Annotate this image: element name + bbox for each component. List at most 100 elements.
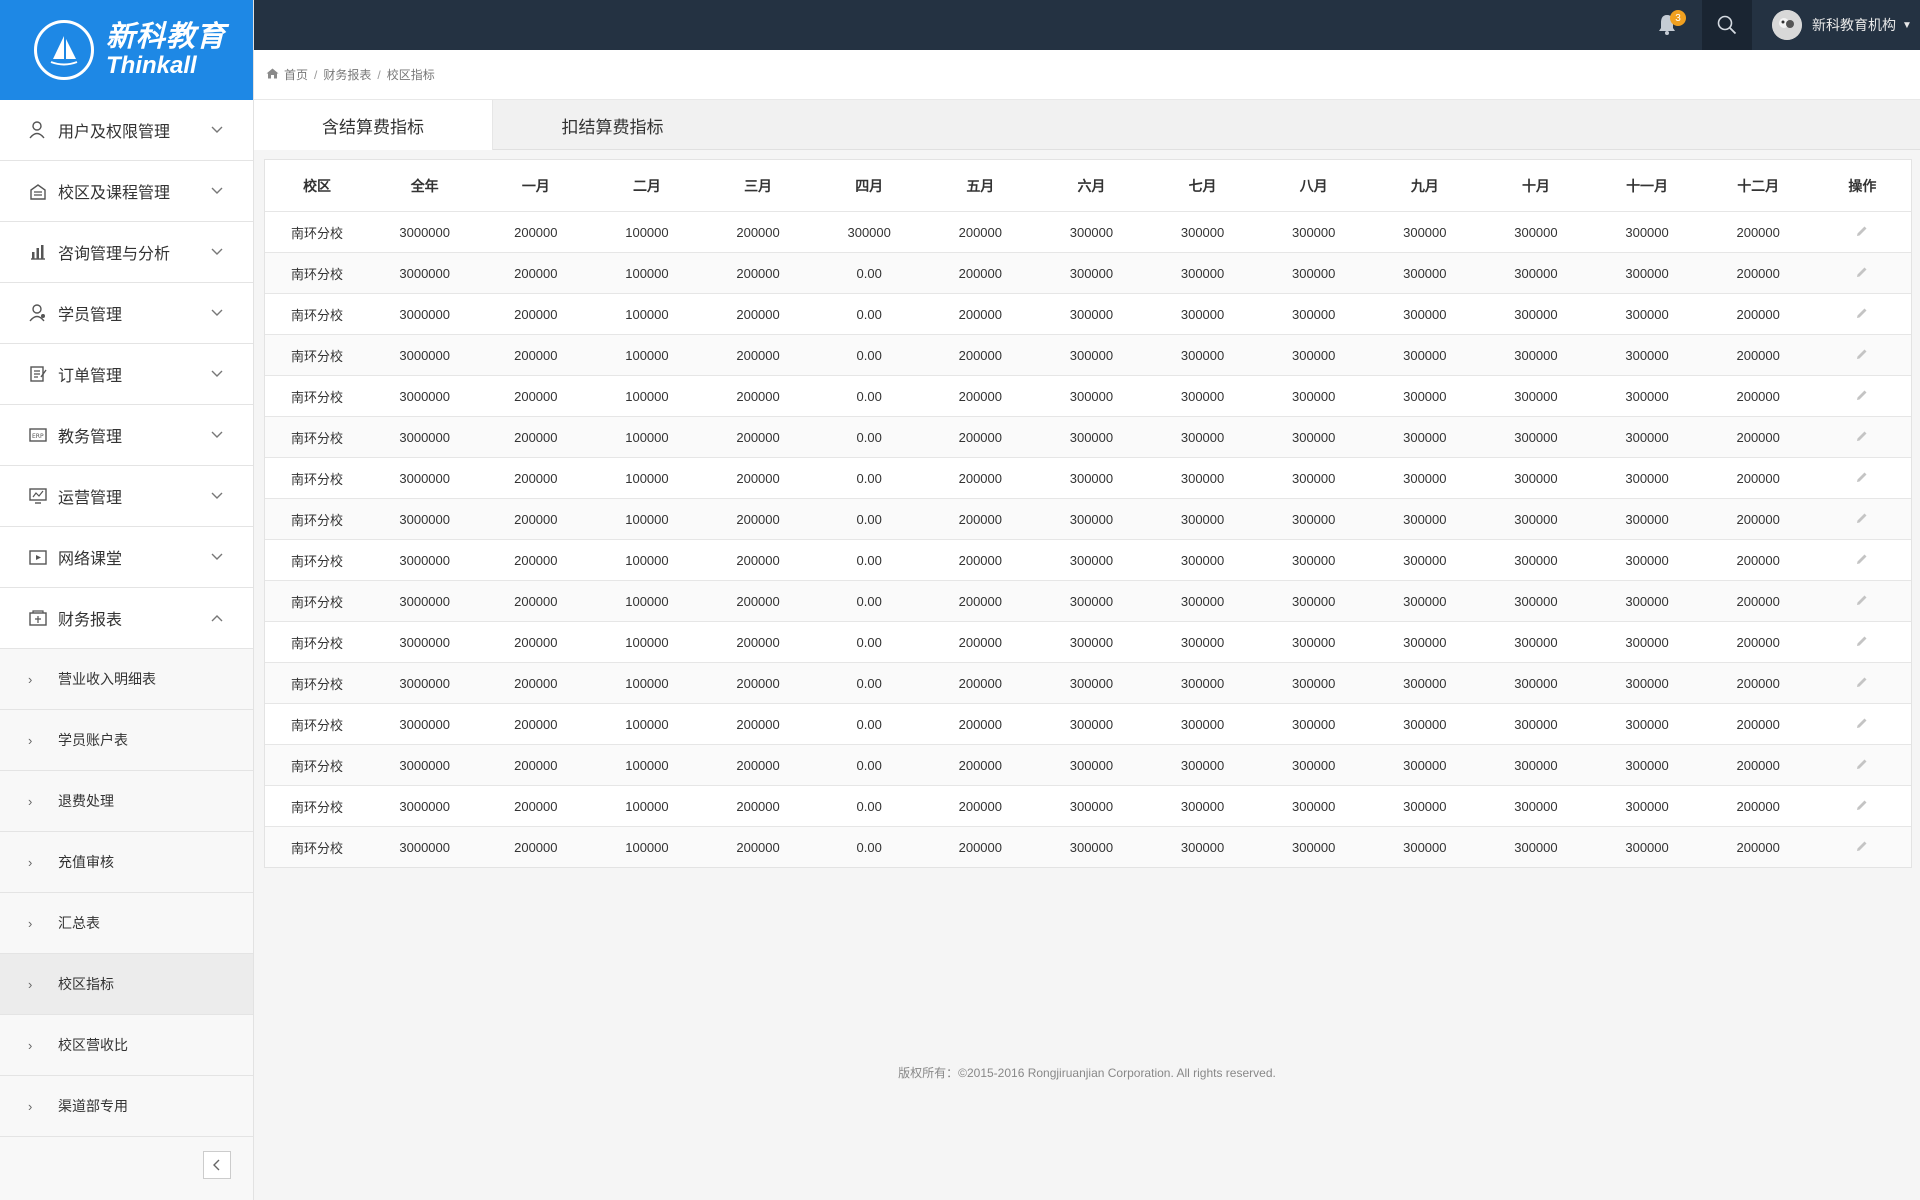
campus-name-cell: 南环分校 <box>265 826 370 867</box>
submenu-item-student-accounts[interactable]: › 学员账户表 <box>0 710 253 771</box>
order-icon <box>28 364 48 384</box>
indicator-value-cell: 100000 <box>591 375 703 417</box>
sidebar-item-consulting[interactable]: 咨询管理与分析 <box>0 222 253 283</box>
sidebar-item-finance[interactable]: 财务报表 <box>0 588 253 649</box>
submenu-item-refunds[interactable]: › 退费处理 <box>0 771 253 832</box>
breadcrumb-finance[interactable]: 财务报表 <box>323 66 371 83</box>
edit-pencil-icon[interactable] <box>1856 389 1868 404</box>
indicator-value-cell: 300000 <box>1258 375 1370 417</box>
edit-pencil-icon[interactable] <box>1856 430 1868 445</box>
indicator-value-cell: 3000000 <box>369 703 481 745</box>
sidebar-item-user-permission[interactable]: 用户及权限管理 <box>0 100 253 161</box>
edit-pencil-icon[interactable] <box>1856 512 1868 527</box>
indicator-value-cell: 200000 <box>480 621 592 663</box>
indicator-value-cell: 200000 <box>924 416 1036 458</box>
avatar <box>1772 10 1802 40</box>
tab-with-settlement-fee[interactable]: 含结算费指标 <box>254 100 493 150</box>
edit-pencil-icon[interactable] <box>1856 799 1868 814</box>
sidebar-item-orders[interactable]: 订单管理 <box>0 344 253 405</box>
indicator-value-cell: 200000 <box>702 375 814 417</box>
indicator-value-cell: 300000 <box>1258 457 1370 499</box>
edit-pencil-icon[interactable] <box>1856 225 1868 240</box>
edit-pencil-icon[interactable] <box>1856 348 1868 363</box>
submenu-item-label: 充值审核 <box>58 854 114 870</box>
tab-without-settlement-fee[interactable]: 扣结算费指标 <box>493 100 732 150</box>
user-menu[interactable]: 新科教育机构 ▼ <box>1772 0 1912 50</box>
action-cell <box>1813 416 1911 458</box>
indicator-value-cell: 3000000 <box>369 457 481 499</box>
indicator-value-cell: 3000000 <box>369 498 481 540</box>
submenu-item-revenue-detail[interactable]: › 营业收入明细表 <box>0 649 253 710</box>
indicator-value-cell: 300000 <box>1035 211 1147 253</box>
indicator-value-cell: 300000 <box>1035 334 1147 376</box>
indicator-value-cell: 300000 <box>1258 334 1370 376</box>
submenu-item-campus-indicators[interactable]: › 校区指标 <box>0 954 253 1015</box>
edit-pencil-icon[interactable] <box>1856 594 1868 609</box>
action-cell <box>1813 375 1911 417</box>
indicator-value-cell: 200000 <box>480 416 592 458</box>
edit-pencil-icon[interactable] <box>1856 266 1868 281</box>
indicator-value-cell: 300000 <box>1147 539 1259 581</box>
submenu-item-label: 退费处理 <box>58 793 114 809</box>
indicator-value-cell: 300000 <box>1035 539 1147 581</box>
indicator-value-cell: 300000 <box>1369 662 1481 704</box>
edit-pencil-icon[interactable] <box>1856 635 1868 650</box>
indicator-value-cell: 300000 <box>1035 293 1147 335</box>
table-header-cell: 十一月 <box>1591 160 1703 212</box>
sidebar-item-label: 网络课堂 <box>58 551 123 568</box>
sidebar-item-online-class[interactable]: 网络课堂 <box>0 527 253 588</box>
edit-pencil-icon[interactable] <box>1856 307 1868 322</box>
table-row: 南环分校 3000000 200000 100000 200000 0.00 200000 3… <box>265 662 1911 704</box>
indicator-value-cell: 200000 <box>702 293 814 335</box>
indicator-value-cell: 300000 <box>1035 826 1147 867</box>
chevron-down-icon <box>211 367 223 381</box>
breadcrumb-separator: / <box>314 67 318 82</box>
indicator-value-cell: 200000 <box>924 826 1036 867</box>
sidebar-item-students[interactable]: 学员管理 <box>0 283 253 344</box>
edit-pencil-icon[interactable] <box>1856 676 1868 691</box>
sidebar-item-campus-course[interactable]: 校区及课程管理 <box>0 161 253 222</box>
breadcrumb-home[interactable]: 首页 <box>284 66 308 83</box>
submenu-item-campus-revenue-ratio[interactable]: › 校区营收比 <box>0 1015 253 1076</box>
indicator-value-cell: 300000 <box>1480 826 1592 867</box>
sidebar-item-academic[interactable]: ERP 教务管理 <box>0 405 253 466</box>
action-cell <box>1813 211 1911 253</box>
campus-name-cell: 南环分校 <box>265 662 370 704</box>
sidebar-item-label: 订单管理 <box>58 368 123 385</box>
campus-name-cell: 南环分校 <box>265 580 370 622</box>
user-icon <box>28 120 48 140</box>
indicator-value-cell: 300000 <box>1369 826 1481 867</box>
indicator-value-cell: 300000 <box>1369 252 1481 294</box>
indicator-value-cell: 200000 <box>1702 334 1814 376</box>
sidebar-item-operations[interactable]: 运营管理 <box>0 466 253 527</box>
indicator-value-cell: 300000 <box>1480 211 1592 253</box>
submenu-item-label: 校区营收比 <box>58 1037 128 1053</box>
indicator-value-cell: 100000 <box>591 334 703 376</box>
submenu-item-channel-dept[interactable]: › 渠道部专用 <box>0 1076 253 1137</box>
campus-name-cell: 南环分校 <box>265 252 370 294</box>
indicator-value-cell: 300000 <box>1147 580 1259 622</box>
edit-pencil-icon[interactable] <box>1856 471 1868 486</box>
edit-pencil-icon[interactable] <box>1856 758 1868 773</box>
indicator-value-cell: 300000 <box>1369 785 1481 827</box>
edit-pencil-icon[interactable] <box>1856 840 1868 855</box>
indicator-value-cell: 200000 <box>924 785 1036 827</box>
indicator-value-cell: 300000 <box>1258 293 1370 335</box>
edit-pencil-icon[interactable] <box>1856 553 1868 568</box>
sidebar-collapse-button[interactable] <box>203 1151 231 1179</box>
submenu-item-recharge-review[interactable]: › 充值审核 <box>0 832 253 893</box>
brand-logo[interactable]: 新科教育 Thinkall <box>0 0 253 100</box>
edit-pencil-icon[interactable] <box>1856 717 1868 732</box>
indicator-value-cell: 300000 <box>1369 375 1481 417</box>
indicator-value-cell: 200000 <box>1702 211 1814 253</box>
search-button[interactable] <box>1702 0 1752 50</box>
indicator-value-cell: 100000 <box>591 744 703 786</box>
indicator-value-cell: 200000 <box>924 580 1036 622</box>
sidebar-item-label: 财务报表 <box>58 612 123 629</box>
submenu-item-summary[interactable]: › 汇总表 <box>0 893 253 954</box>
indicator-value-cell: 300000 <box>1147 252 1259 294</box>
campus-name-cell: 南环分校 <box>265 293 370 335</box>
indicator-value-cell: 300000 <box>1147 416 1259 458</box>
campus-name-cell: 南环分校 <box>265 744 370 786</box>
indicator-value-cell: 200000 <box>480 703 592 745</box>
